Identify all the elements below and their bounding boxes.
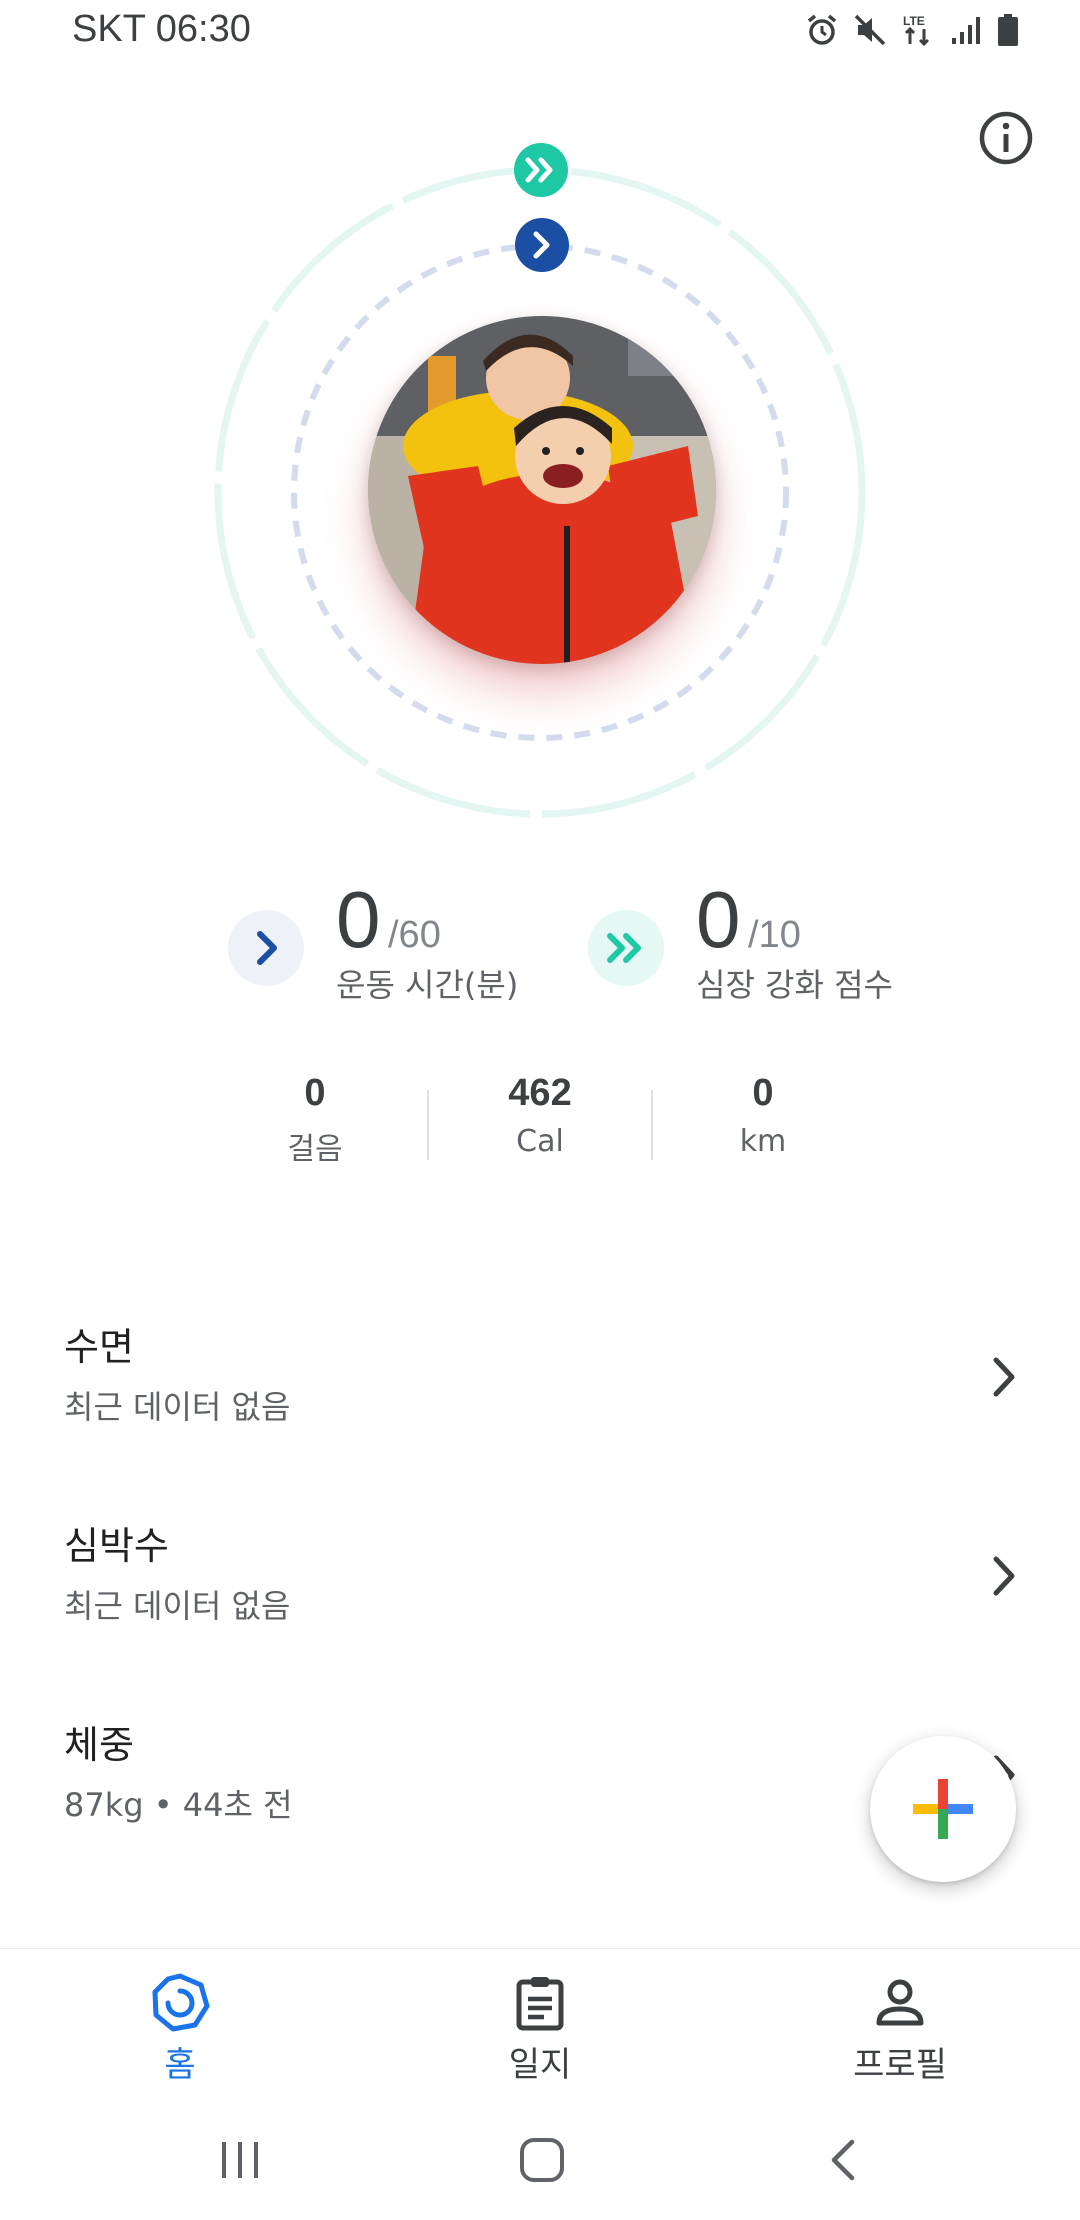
heart-points-metric[interactable]: 0 /10 심장 강화 점수 [588,875,908,1004]
mute-icon [854,14,886,46]
bottom-navigation: 홈 일지 프로필 [0,1948,1080,2099]
move-minutes-icon [228,910,304,986]
status-bar: SKT 06:30 LTE [0,0,1080,64]
profile-photo [368,316,716,664]
heart-points-marker-icon [514,143,568,197]
signal-icon [952,17,980,44]
status-icons: LTE [804,12,1020,48]
calories-stat: 462 Cal [460,1070,620,1159]
carrier-time: SKT 06:30 [72,8,251,50]
home-ring-icon [152,1973,210,2032]
stats-divider [651,1090,653,1160]
steps-unit: 걸음 [287,1132,343,1167]
battery-icon [998,14,1018,46]
journal-icon [516,1977,564,2031]
add-entry-button[interactable] [870,1736,1016,1882]
nav-profile[interactable]: 프로필 [800,1973,1000,2086]
steps-stat: 0 걸음 [235,1070,395,1168]
chevron-right-icon [993,1556,1015,1596]
move-minutes-goal: /60 [388,914,441,956]
lte-icon: LTE [903,14,930,47]
lte-label: LTE [903,14,925,28]
move-minutes-label: 운동 시간(분) [336,966,519,1004]
weight-title: 체중 [64,1723,134,1767]
move-minutes-value: 0 [336,875,381,964]
nav-journal[interactable]: 일지 [440,1973,640,2086]
steps-value: 0 [304,1072,326,1114]
sleep-title: 수면 [64,1325,134,1369]
sleep-card[interactable]: 수면 최근 데이터 없음 [64,1316,1024,1436]
nav-home-label: 홈 [164,2045,196,2085]
nav-home[interactable]: 홈 [80,1973,280,2086]
calories-unit: Cal [516,1124,564,1159]
calories-value: 462 [508,1072,572,1114]
plus-icon [913,1779,973,1839]
recent-apps-icon[interactable] [218,2138,262,2182]
distance-value: 0 [752,1072,774,1114]
chevron-right-icon [993,1357,1015,1397]
distance-unit: km [739,1124,787,1159]
daily-stats: 0 걸음 462 Cal 0 km [0,1070,1080,1170]
heart-points-value: 0 [696,875,741,964]
heart-rate-card[interactable]: 심박수 최근 데이터 없음 [64,1515,1024,1635]
heart-points-label: 심장 강화 점수 [696,966,893,1004]
heart-points-icon [588,910,664,986]
distance-stat: 0 km [683,1070,843,1159]
back-icon[interactable] [824,2138,864,2182]
nav-profile-label: 프로필 [853,2045,947,2085]
nav-journal-label: 일지 [508,2045,572,2085]
weight-subtitle: 87kg • 44초 전 [64,1786,293,1824]
move-minutes-metric[interactable]: 0 /60 운동 시간(분) [228,875,548,1004]
home-button-icon[interactable] [518,2136,566,2184]
sleep-subtitle: 최근 데이터 없음 [64,1388,291,1426]
system-navigation-bar [0,2098,1080,2220]
stats-divider [427,1090,429,1160]
move-minutes-marker-icon [515,218,569,272]
heart-rate-title: 심박수 [64,1524,169,1568]
alarm-icon [807,14,837,45]
profile-icon [876,1979,924,2026]
heart-rate-subtitle: 최근 데이터 없음 [64,1587,291,1625]
heart-points-goal: /10 [748,914,801,956]
